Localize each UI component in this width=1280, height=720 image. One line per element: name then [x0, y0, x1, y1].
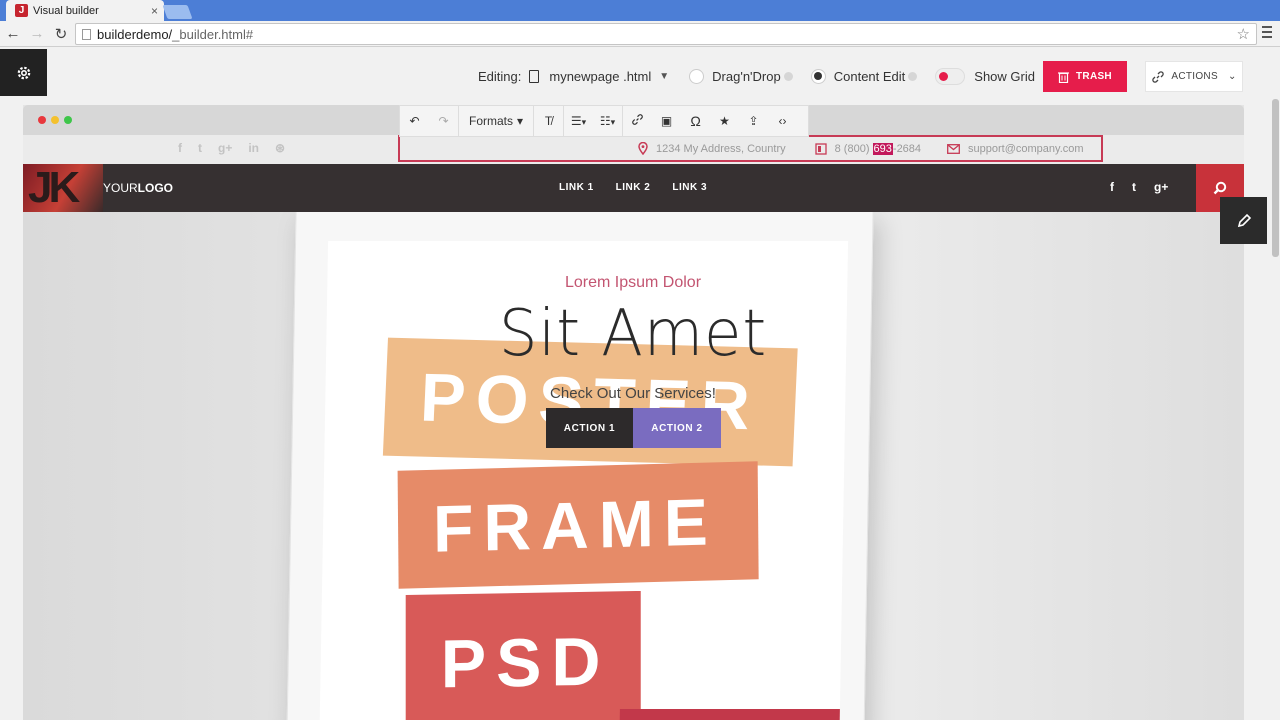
address-text[interactable]: 1234 My Address, Country [656, 143, 786, 155]
search-icon [1213, 181, 1227, 195]
link-icon [1152, 70, 1165, 83]
dragdrop-radio[interactable] [689, 68, 705, 84]
hero-subtitle[interactable]: Lorem Ipsum Dolor [23, 274, 1243, 292]
chevron-down-icon: ⌄ [1227, 71, 1237, 82]
hero-title[interactable]: Sit Amet [54, 297, 1213, 371]
code-icon[interactable]: ‹› [768, 114, 797, 128]
star-icon[interactable]: ★ [710, 114, 739, 128]
map-pin-icon [638, 142, 648, 155]
linkedin-icon[interactable]: in [248, 141, 259, 155]
phone-icon [814, 142, 827, 155]
scrollbar-thumb[interactable] [1272, 99, 1279, 257]
numbered-list-icon[interactable]: ☷▾ [593, 114, 622, 128]
address-bar[interactable]: builderdemo/_builder.html# ☆ [75, 23, 1257, 45]
envelope-icon [947, 143, 960, 154]
nav-link-1[interactable]: LINK 1 [559, 182, 594, 193]
back-icon[interactable]: ← [2, 25, 24, 42]
trash-icon [1058, 71, 1070, 83]
settings-button[interactable] [0, 49, 47, 96]
special-character-icon[interactable]: Ω [681, 113, 710, 129]
poster-word: FRAME [397, 461, 759, 589]
dribbble-icon[interactable]: ⊛ [275, 141, 285, 155]
file-icon [529, 69, 540, 83]
undo-icon[interactable]: ↶ [400, 114, 429, 128]
help-icon[interactable] [908, 71, 918, 81]
tab-title: Visual builder [33, 4, 99, 17]
window-maximize-dot [64, 116, 72, 124]
site-topbar: f t g+ in ⊛ 1234 My Address, Country 8 (… [23, 135, 1244, 164]
action-1-button[interactable]: ACTION 1 [546, 408, 633, 448]
facebook-icon[interactable]: f [1110, 180, 1114, 194]
new-tab-button[interactable] [162, 5, 193, 19]
browser-toolbar: ← → ↻ builderdemo/_builder.html# ☆ [0, 21, 1280, 47]
formats-dropdown[interactable]: Formats ▾ [459, 114, 533, 128]
dragdrop-label[interactable]: Drag'n'Drop [712, 69, 781, 84]
editing-bar: Editing: mynewpage .html ▼ Drag'n'Drop C… [478, 62, 1035, 90]
tab-close-icon[interactable]: × [151, 4, 158, 18]
google-plus-icon[interactable]: g+ [218, 141, 232, 155]
editing-label: Editing: [478, 68, 522, 84]
image-icon[interactable]: ▣ [652, 114, 681, 128]
nav-social: f t g+ [1110, 180, 1168, 194]
poster-word: PSD [405, 590, 641, 720]
browser-tab[interactable]: J Visual builder × [6, 0, 164, 21]
phone-text[interactable]: 8 (800) 693-2684 [835, 142, 921, 155]
show-grid-label[interactable]: Show Grid [974, 69, 1035, 84]
twitter-icon[interactable]: t [198, 141, 202, 155]
contact-info-editable[interactable]: 1234 My Address, Country 8 (800) 693-268… [398, 135, 1103, 162]
share-icon[interactable]: ⇪ [739, 114, 768, 128]
forward-icon[interactable]: → [26, 25, 48, 42]
page-scrollbar[interactable] [1271, 49, 1280, 720]
gear-icon [17, 66, 30, 79]
chevron-down-icon[interactable]: ▼ [659, 71, 669, 82]
site-navbar: JK YOURLOGO LINK 1 LINK 2 LINK 3 f t g+ [23, 164, 1244, 212]
preview-canvas: f t g+ in ⊛ 1234 My Address, Country 8 (… [23, 105, 1244, 720]
help-icon[interactable] [783, 71, 793, 81]
google-plus-icon[interactable]: g+ [1154, 180, 1168, 194]
filename-select[interactable]: mynewpage .html [549, 69, 651, 84]
url-path: _builder.html# [172, 26, 254, 42]
hero-section: POSTER FRAME PSD Lorem Ipsum Dolor Sit A… [23, 212, 1244, 720]
page-icon [82, 28, 91, 40]
actions-dropdown[interactable]: ACTIONS ⌄ [1145, 61, 1243, 92]
content-edit-label[interactable]: Content Edit [834, 69, 906, 84]
bullet-list-icon[interactable]: ☰▾ [564, 114, 593, 128]
nav-link-3[interactable]: LINK 3 [672, 182, 707, 193]
url-host: builderdemo/ [97, 26, 173, 42]
clear-format-icon[interactable]: T̸ [534, 114, 563, 128]
hero-caption[interactable]: Check Out Our Services! [23, 385, 1243, 402]
window-close-dot [38, 116, 46, 124]
site-nav-links: LINK 1 LINK 2 LINK 3 [559, 182, 707, 193]
twitter-icon[interactable]: t [1132, 180, 1136, 194]
logo-mark: JK [23, 164, 103, 212]
email-item: support@company.com [947, 143, 1084, 155]
link-icon[interactable] [623, 113, 652, 129]
site-logo[interactable]: YOURLOGO [103, 181, 173, 195]
facebook-icon[interactable]: f [178, 141, 182, 155]
trash-label: TRASH [1076, 71, 1112, 82]
email-text[interactable]: support@company.com [968, 143, 1084, 155]
rich-text-toolbar: ↶ ↷ Formats ▾ T̸ ☰▾ ☷▾ ▣ Ω ★ ⇪ ‹› [399, 105, 809, 137]
selected-text: 693 [872, 142, 893, 155]
content-edit-radio[interactable] [810, 68, 826, 84]
trash-button[interactable]: TRASH [1043, 61, 1127, 92]
browser-menu-icon[interactable] [1262, 26, 1272, 41]
show-grid-toggle[interactable] [935, 67, 966, 85]
action-2-button[interactable]: ACTION 2 [633, 408, 721, 448]
bookmark-star-icon[interactable]: ☆ [1237, 25, 1250, 43]
browser-tabstrip: J Visual builder × [0, 0, 1280, 21]
actions-label: ACTIONS [1171, 71, 1218, 82]
redo-icon[interactable]: ↷ [429, 114, 458, 128]
nav-link-2[interactable]: LINK 2 [616, 182, 651, 193]
edit-block-button[interactable] [1220, 197, 1267, 244]
favicon-icon: J [15, 4, 28, 17]
topbar-social: f t g+ in ⊛ [178, 141, 285, 155]
window-minimize-dot [51, 116, 59, 124]
pencil-icon [1237, 213, 1251, 227]
phone-item: 8 (800) 693-2684 [814, 142, 921, 155]
reload-icon[interactable]: ↻ [50, 25, 72, 43]
address-item: 1234 My Address, Country [638, 142, 786, 155]
